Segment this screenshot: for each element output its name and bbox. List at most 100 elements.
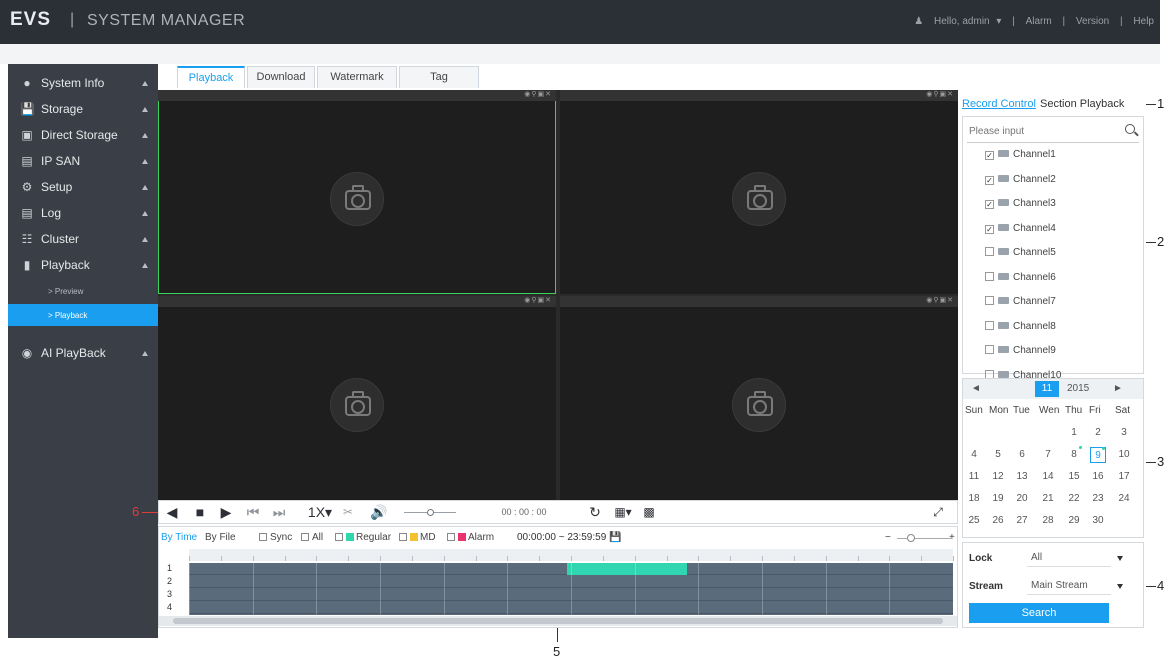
calendar-day[interactable]: 16 [1090,469,1106,485]
sidebar-item-setup[interactable]: ⚙ Setup [8,174,158,200]
calendar-day[interactable]: 27 [1014,513,1030,529]
speed-selector[interactable]: 1X▾ [305,504,335,521]
calendar-day[interactable]: 5 [990,447,1006,463]
calendar-day[interactable]: 1 [1066,425,1082,441]
calendar-day[interactable]: 6 [1014,447,1030,463]
prev-month-icon[interactable]: ◄ [971,383,981,394]
calendar-day[interactable]: 17 [1116,469,1132,485]
sync-checkbox[interactable]: Sync [259,532,292,543]
sidebar-item-storage[interactable]: 💾 Storage [8,96,158,122]
sidebar-item-ip-san[interactable]: ▤ IP SAN [8,148,158,174]
next-month-icon[interactable]: ► [1113,383,1123,394]
rewind-icon[interactable]: ◀ [165,504,179,521]
calendar-day[interactable]: 20 [1014,491,1030,507]
calendar-day[interactable]: 18 [966,491,982,507]
help-link[interactable]: Help [1133,16,1154,27]
calendar-day[interactable]: 14 [1040,469,1056,485]
regular-record-segment[interactable] [567,563,687,575]
pane-tool-icons[interactable]: ◉⚲▣✕ [524,90,552,98]
calendar-day[interactable]: 22 [1066,491,1082,507]
calendar-day[interactable]: 28 [1040,513,1056,529]
lock-select[interactable]: All [1027,549,1123,567]
save-icon[interactable]: 💾 [609,532,621,543]
pane-tool-icons[interactable]: ◉⚲▣✕ [926,296,954,304]
sidebar-subitem-preview[interactable]: > Preview [8,280,158,302]
time-ruler[interactable] [189,549,954,561]
sidebar-item-ai-playback[interactable]: ◉ AI PlayBack [8,340,158,366]
video-pane-1[interactable]: ◉⚲▣✕ [158,90,556,294]
previous-frame-icon[interactable]: ⏮ [245,504,261,521]
user-menu[interactable]: ♟ Hello, admin ▾ [910,16,1001,27]
zoom-slider-knob[interactable] [907,534,915,542]
md-checkbox[interactable]: MD [399,532,436,543]
video-pane-4[interactable]: ◉⚲▣✕ [560,296,958,500]
channel-item[interactable]: ✓ Channel3 [985,198,1056,216]
timeline-scrollbar[interactable] [159,616,957,626]
sidebar-item-system-info[interactable]: ● System Info [8,70,158,96]
stop-icon[interactable]: ■ [193,504,207,521]
checkbox-checked-icon[interactable]: ✓ [985,175,994,185]
tab-tag[interactable]: Tag [399,66,479,88]
sidebar-item-log[interactable]: ▤ Log [8,200,158,226]
channel-item[interactable]: ✓ Channel4 [985,223,1056,241]
calendar-day[interactable]: 12 [990,469,1006,485]
calendar-day[interactable]: 9 [1090,447,1106,463]
checkbox-checked-icon[interactable]: ✓ [985,151,994,160]
regular-checkbox[interactable]: Regular [335,532,391,543]
alarm-link[interactable]: Alarm [1026,16,1052,27]
calendar-day[interactable]: 2 [1090,425,1106,441]
sidebar-item-playback[interactable]: ▮ Playback [8,252,158,278]
split-layout-icon[interactable]: ▦▾ [611,504,635,521]
calendar-day[interactable]: 7 [1040,447,1056,463]
stream-select[interactable]: Main Stream [1027,577,1123,595]
volume-slider-knob[interactable] [427,509,434,516]
version-link[interactable]: Version [1076,16,1109,27]
by-file-tab[interactable]: By File [205,532,236,543]
checkbox-checked-icon[interactable]: ✓ [985,200,994,209]
checkbox-icon[interactable] [985,296,994,305]
calendar-day[interactable]: 30 [1090,513,1106,529]
alarm-checkbox[interactable]: Alarm [447,532,494,543]
calendar-day[interactable]: 26 [990,513,1006,529]
sidebar-item-cluster[interactable]: ☷ Cluster [8,226,158,252]
calendar-day[interactable]: 3 [1116,425,1132,441]
channel-item[interactable]: ✓ Channel2 [985,174,1056,192]
channel-item[interactable]: Channel6 [985,271,1056,290]
all-checkbox[interactable]: All [301,532,323,543]
channel-item[interactable]: ✓ Channel1 [985,149,1056,167]
zoom-out-icon[interactable]: − [885,532,891,543]
checkbox-icon[interactable] [985,320,994,330]
sidebar-subitem-playback[interactable]: > Playback [8,304,158,326]
volume-icon[interactable]: 🔊 [369,504,389,521]
pane-tool-icons[interactable]: ◉⚲▣✕ [926,90,954,98]
tab-section-playback[interactable]: Section Playback [1040,98,1124,110]
checkbox-icon[interactable] [985,271,994,281]
checkbox-icon[interactable] [985,247,994,256]
calendar-day[interactable]: 24 [1116,491,1132,507]
fullscreen-icon[interactable]: ⤢ [929,504,947,521]
channel-item[interactable]: Channel5 [985,247,1056,265]
calendar-day[interactable]: 4 [966,447,982,463]
tab-record-control[interactable]: Record Control [962,98,1036,110]
channel-search-input[interactable] [967,121,1139,143]
calendar-day[interactable]: 19 [990,491,1006,507]
checkbox-icon[interactable] [985,345,994,354]
channel-item[interactable]: Channel9 [985,345,1056,363]
calendar-day[interactable]: 23 [1090,491,1106,507]
record-tracks[interactable] [189,563,954,615]
next-frame-icon[interactable]: ⏭ [271,504,287,521]
channel-item[interactable]: Channel7 [985,296,1056,314]
zoom-in-icon[interactable]: + [949,532,955,543]
calendar-day[interactable]: 11 [966,469,982,485]
tab-download[interactable]: Download [247,66,315,88]
calendar-day[interactable]: 15 [1066,469,1082,485]
calendar-day[interactable]: 8 [1066,446,1082,463]
checkbox-checked-icon[interactable]: ✓ [985,224,994,234]
scrollbar-thumb[interactable] [173,618,943,624]
video-pane-2[interactable]: ◉⚲▣✕ [560,90,958,294]
sidebar-item-direct-storage[interactable]: ▣ Direct Storage [8,122,158,148]
zoom-slider[interactable] [897,538,951,539]
search-button[interactable]: Search [969,603,1109,623]
time-range[interactable]: 00:00:00 ~ 23:59:59 💾 [517,532,622,543]
calendar-day[interactable]: 25 [966,513,982,529]
